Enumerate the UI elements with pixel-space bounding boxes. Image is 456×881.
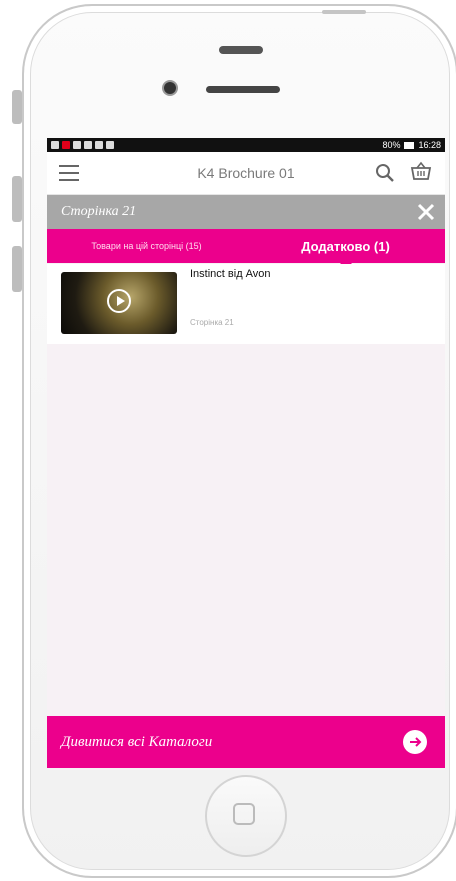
alert-icon: [62, 141, 70, 149]
screen: 80% 16:28 K4 Brochure 01 Сторінка 21 Тов…: [47, 138, 445, 770]
search-icon[interactable]: [375, 163, 395, 183]
item-page-label: Сторінка 21: [190, 318, 234, 327]
clock: 16:28: [418, 140, 441, 150]
page-header: Сторінка 21: [47, 195, 445, 229]
basket-icon[interactable]: [409, 160, 433, 184]
home-button[interactable]: [205, 775, 287, 857]
sync-icon: [84, 141, 92, 149]
page-title: Сторінка 21: [61, 204, 137, 219]
tab-bar: Товари на цій сторінці (15) Додатково (1…: [47, 229, 445, 269]
all-catalogs-label: Дивитися всі Каталоги: [61, 733, 213, 750]
tab-additional[interactable]: Додатково (1): [246, 229, 445, 269]
app-bar: K4 Brochure 01: [47, 152, 445, 195]
notification-icons: [51, 141, 114, 149]
notification-icon: [51, 141, 59, 149]
battery-icon: [404, 141, 415, 149]
download-icon: [73, 141, 81, 149]
battery-level: 80%: [382, 140, 401, 150]
video-thumbnail[interactable]: [61, 272, 177, 334]
mute-switch: [12, 90, 22, 124]
close-icon[interactable]: [417, 203, 435, 221]
app-icon: [95, 141, 103, 149]
tab-page-products[interactable]: Товари на цій сторінці (15): [47, 229, 246, 263]
item-title: Instinct від Avon: [190, 268, 271, 280]
power-button: [322, 10, 366, 14]
list-item[interactable]: Instinct від Avon Сторінка 21: [47, 264, 445, 344]
arrow-right-icon[interactable]: [403, 730, 427, 754]
front-camera: [164, 82, 176, 94]
play-icon[interactable]: [107, 289, 131, 313]
speaker-slot: [219, 46, 263, 54]
image-icon: [106, 141, 114, 149]
status-bar: 80% 16:28: [47, 138, 445, 152]
home-square-icon: [233, 803, 255, 825]
volume-up-button: [12, 176, 22, 222]
all-catalogs-button[interactable]: Дивитися всі Каталоги: [47, 716, 445, 768]
volume-down-button: [12, 246, 22, 292]
earpiece: [206, 86, 280, 93]
